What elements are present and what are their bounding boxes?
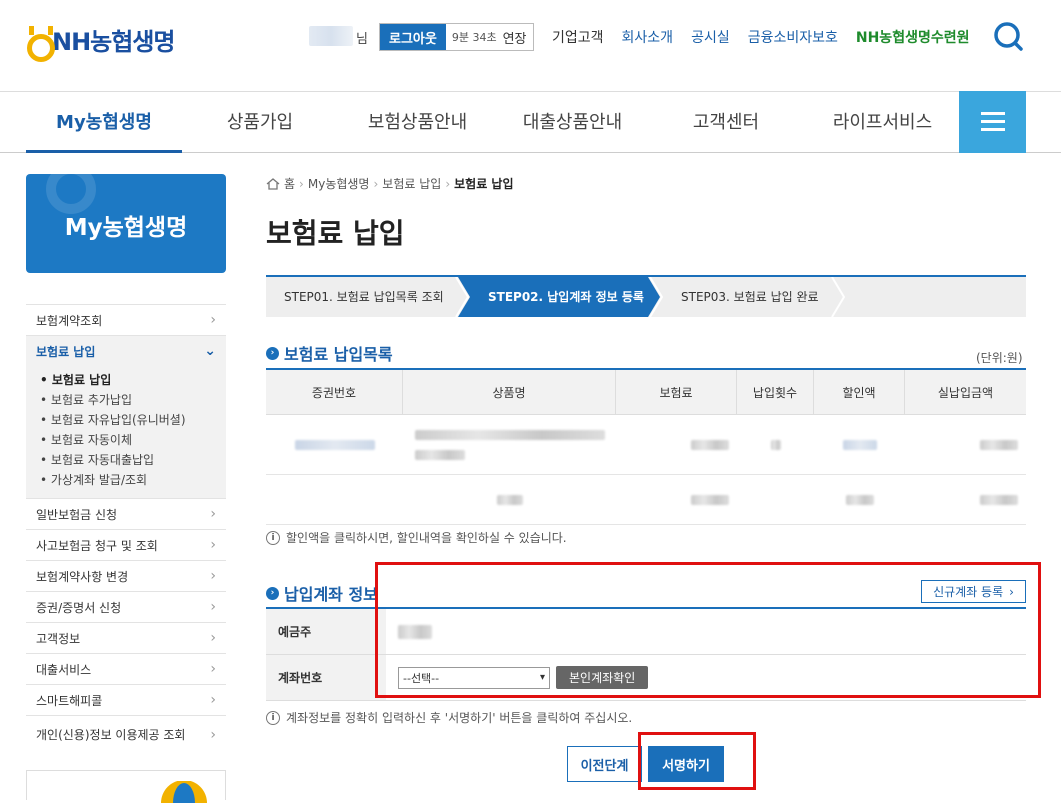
step-indicator: STEP01. 보험료 납입목록 조회 STEP02. 납입계좌 정보 등록 S… [266, 275, 1026, 317]
chevron-right-icon: › [210, 599, 216, 615]
col-product: 상품명 [403, 370, 616, 414]
breadcrumb-current: 보험료 납입 [454, 177, 514, 191]
submenu-item[interactable]: • 가상계좌 발급/조회 [40, 470, 226, 490]
account-label: 계좌번호 [266, 655, 386, 700]
discount-note: i 할인액을 클릭하시면, 할인내역을 확인하실 수 있습니다. [266, 529, 567, 546]
gnb-customer-center[interactable]: 고객센터 [666, 92, 786, 153]
sidebar-item-certificates[interactable]: 증권/증명서 신청 › [26, 591, 226, 622]
list-section-title: › 보험료 납입목록 [266, 341, 393, 365]
top-link-training-center[interactable]: NH농협생명수련원 [856, 27, 970, 47]
umbrella-icon [161, 781, 207, 803]
chevron-right-icon: › [210, 692, 216, 708]
highlight-box-sign [638, 732, 756, 790]
chevron-down-icon: ⌄ [204, 343, 216, 359]
top-link-company[interactable]: 회사소개 [622, 27, 674, 47]
step-2-active: STEP02. 납입계좌 정보 등록 [488, 290, 644, 304]
top-link-disclosure[interactable]: 공시실 [691, 27, 730, 47]
top-nav: 기업고객 회사소개 공시실 금융소비자보호 NH농협생명수련원 [552, 27, 969, 47]
info-icon: i [266, 530, 280, 545]
chevron-right-icon: › [210, 661, 216, 677]
chevron-right-icon: › [210, 726, 216, 743]
breadcrumb-payment[interactable]: 보험료 납입 [382, 175, 441, 192]
main-nav: My농협생명 상품가입 보험상품안내 대출상품안내 고객센터 라이프서비스 [0, 92, 1061, 153]
chevron-right-icon: › [210, 537, 216, 553]
sidebar-item-customer-info[interactable]: 고객정보 › [26, 622, 226, 653]
gnb-loans[interactable]: 대출상품안내 [500, 92, 645, 153]
sidebar-item-contract-change[interactable]: 보험계약사항 변경 › [26, 560, 226, 591]
payment-list-table: 증권번호 상품명 보험료 납입횟수 할인액 실납입금액 [266, 368, 1026, 525]
breadcrumb-my[interactable]: My농협생명 [308, 175, 370, 192]
extend-session-button[interactable]: 연장 [503, 24, 533, 50]
sidebar-bottom-banner[interactable] [26, 770, 226, 803]
bullet-arrow-icon: › [266, 586, 279, 600]
sidebar-menu: 보험계약조회 › 보험료 납입 ⌄ • 보험료 납입 • 보험료 추가납입 • 보험… [26, 304, 226, 753]
highlight-box-account [375, 562, 1041, 698]
user-name-masked [309, 26, 353, 46]
submenu-item[interactable]: • 보험료 자동대출납입 [40, 450, 226, 470]
sidebar-banner-title: My농협생명 [64, 215, 188, 241]
chevron-right-icon: › [210, 312, 216, 328]
unit-label: (단위:원) [976, 351, 1023, 365]
table-row [266, 415, 1026, 475]
sidebar-item-general-claim[interactable]: 일반보험금 신청 › [26, 498, 226, 529]
gnb-insurance[interactable]: 보험상품안내 [345, 92, 490, 153]
submenu-item[interactable]: • 보험료 납입 [40, 370, 226, 390]
sidebar-item-accident-claim[interactable]: 사고보험금 청구 및 조회 › [26, 529, 226, 560]
col-count: 납입횟수 [737, 370, 814, 414]
sidebar-item-contract-inquiry[interactable]: 보험계약조회 › [26, 304, 226, 335]
top-link-corporate[interactable]: 기업고객 [552, 27, 604, 47]
search-icon[interactable] [993, 21, 1023, 51]
sidebar-item-smart-happycall[interactable]: 스마트해피콜 › [26, 684, 226, 715]
step-1: STEP01. 보험료 납입목록 조회 [284, 290, 444, 304]
account-note: i 계좌정보를 정확히 입력하신 후 '서명하기' 버튼을 클릭하여 주십시오. [266, 709, 632, 726]
depositor-label: 예금주 [266, 609, 386, 654]
logo[interactable]: NH농협생명 [26, 24, 175, 62]
nh-logo-icon [26, 26, 55, 62]
home-icon[interactable] [266, 177, 280, 190]
breadcrumb-home[interactable]: 홈 [284, 175, 295, 192]
session-timer: 9분 34초 [451, 31, 497, 44]
page-title: 보험료 납입 [266, 217, 405, 250]
all-menu-button[interactable] [959, 91, 1026, 153]
gnb-life-service[interactable]: 라이프서비스 [810, 92, 955, 153]
discount-link[interactable] [842, 439, 877, 450]
top-link-consumer-protection[interactable]: 금융소비자보호 [748, 27, 838, 47]
chevron-right-icon: › [210, 568, 216, 584]
table-row [266, 475, 1026, 525]
gnb-products[interactable]: 상품가입 [200, 92, 320, 153]
submenu-item[interactable]: • 보험료 추가납입 [40, 390, 226, 410]
logout-button[interactable]: 로그아웃 [380, 24, 446, 50]
table-header: 증권번호 상품명 보험료 납입횟수 할인액 실납입금액 [266, 370, 1026, 415]
chevron-right-icon: › [210, 506, 216, 522]
sidebar-submenu: • 보험료 납입 • 보험료 추가납입 • 보험료 자유납입(유니버셜) • 보… [26, 366, 226, 498]
col-premium: 보험료 [616, 370, 737, 414]
col-policy-no: 증권번호 [266, 370, 403, 414]
sidebar-item-loan-service[interactable]: 대출서비스 › [26, 653, 226, 684]
hamburger-icon [981, 112, 1005, 115]
prev-step-button[interactable]: 이전단계 [567, 746, 642, 782]
sidebar-banner: My농협생명 [26, 174, 226, 273]
breadcrumb: 홈 › My농협생명 › 보험료 납입 › 보험료 납입 [266, 175, 514, 192]
info-icon: i [266, 710, 280, 725]
user-suffix: 님 [356, 32, 368, 47]
step-3: STEP03. 보험료 납입 완료 [681, 290, 819, 304]
bullet-arrow-icon: › [266, 346, 279, 360]
sidebar-item-credit-info[interactable]: 개인(신용)정보 이용제공 조회 › [26, 715, 226, 753]
session-box: 로그아웃 9분 34초 연장 [379, 23, 534, 51]
gnb-my-nh[interactable]: My농협생명 [26, 92, 182, 153]
chevron-right-icon: › [210, 630, 216, 646]
submenu-item[interactable]: • 보험료 자동이체 [40, 430, 226, 450]
col-discount: 할인액 [814, 370, 905, 414]
submenu-item[interactable]: • 보험료 자유납입(유니버셜) [40, 410, 226, 430]
sidebar-item-premium-payment[interactable]: 보험료 납입 ⌄ [26, 335, 226, 366]
account-section-title: › 납입계좌 정보 [266, 581, 378, 605]
col-actual: 실납입금액 [937, 385, 994, 400]
discount-link[interactable] [845, 494, 874, 505]
